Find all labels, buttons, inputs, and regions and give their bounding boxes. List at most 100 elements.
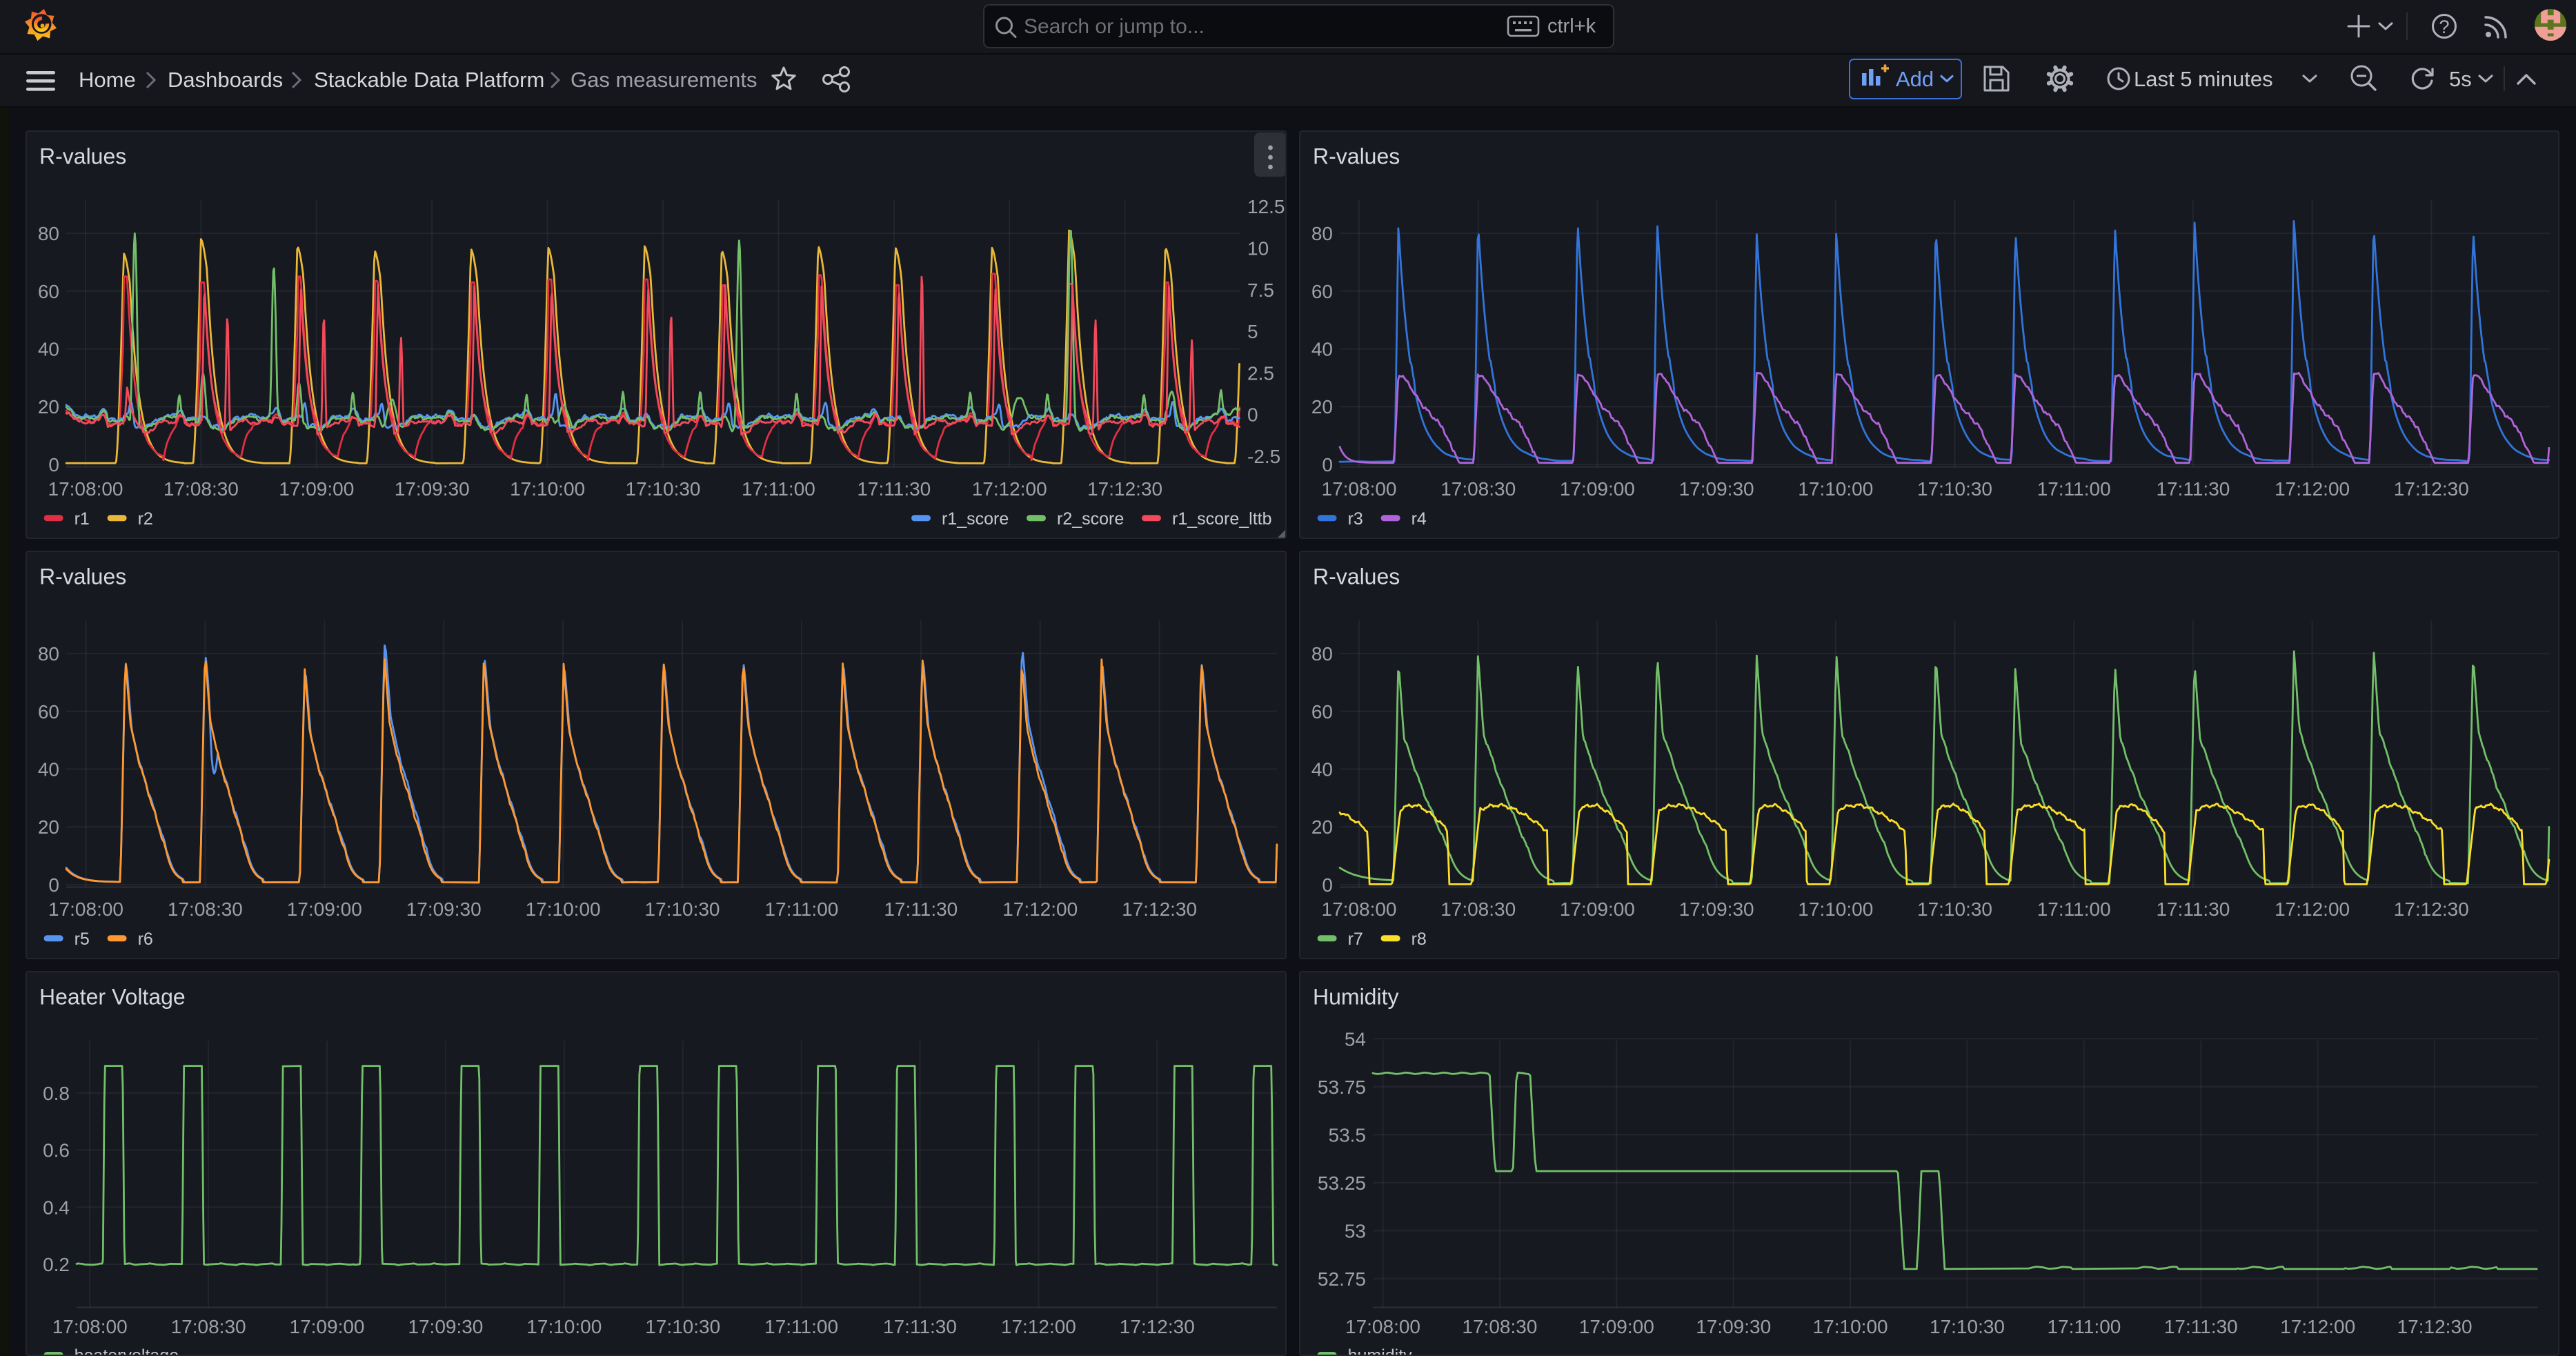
svg-text:17:12:00: 17:12:00: [1002, 898, 1078, 920]
svg-text:r1: r1: [75, 509, 90, 529]
svg-text:12.5: 12.5: [1247, 196, 1285, 217]
svg-text:17:11:00: 17:11:00: [764, 898, 838, 920]
svg-text:Add: Add: [1896, 67, 1934, 91]
svg-text:17:08:00: 17:08:00: [1345, 1316, 1420, 1337]
svg-text:17:10:30: 17:10:30: [1917, 898, 1992, 920]
svg-text:7.5: 7.5: [1247, 279, 1274, 301]
svg-text:r2_score: r2_score: [1057, 509, 1124, 529]
svg-text:ctrl+k: ctrl+k: [1547, 15, 1596, 37]
svg-text:17:10:00: 17:10:00: [526, 1316, 602, 1337]
svg-text:17:12:00: 17:12:00: [972, 478, 1047, 500]
svg-text:0.2: 0.2: [43, 1254, 70, 1275]
svg-text:Search or jump to...: Search or jump to...: [1024, 15, 1205, 38]
svg-text:r1_score_lttb: r1_score_lttb: [1172, 509, 1272, 529]
svg-text:r1_score: r1_score: [942, 509, 1009, 529]
svg-text:17:08:30: 17:08:30: [164, 478, 239, 500]
svg-text:17:10:00: 17:10:00: [1813, 1316, 1888, 1337]
svg-text:17:10:00: 17:10:00: [1798, 478, 1873, 500]
svg-text:r4: r4: [1411, 509, 1427, 529]
svg-text:17:12:30: 17:12:30: [1087, 478, 1162, 500]
svg-text:17:09:30: 17:09:30: [395, 478, 470, 500]
svg-text:17:10:00: 17:10:00: [526, 898, 601, 920]
svg-text:40: 40: [1311, 339, 1333, 360]
svg-text:17:09:30: 17:09:30: [1679, 478, 1754, 500]
svg-text:17:12:30: 17:12:30: [1122, 898, 1197, 920]
svg-text:r8: r8: [1411, 930, 1427, 949]
svg-text:17:12:30: 17:12:30: [2394, 898, 2469, 920]
svg-text:17:09:00: 17:09:00: [1579, 1316, 1654, 1337]
svg-text:Dashboards: Dashboards: [168, 68, 283, 92]
svg-text:10: 10: [1247, 238, 1269, 259]
svg-text:60: 60: [1311, 281, 1333, 302]
svg-text:17:12:00: 17:12:00: [2275, 898, 2350, 920]
svg-text:17:08:00: 17:08:00: [48, 898, 123, 920]
svg-text:17:09:30: 17:09:30: [1679, 898, 1754, 920]
svg-text:17:10:30: 17:10:30: [645, 1316, 720, 1337]
svg-text:?: ?: [2439, 17, 2449, 37]
svg-text:17:08:30: 17:08:30: [171, 1316, 246, 1337]
svg-text:17:10:30: 17:10:30: [645, 898, 720, 920]
svg-text:R-values: R-values: [39, 564, 126, 589]
svg-text:17:08:00: 17:08:00: [48, 478, 123, 500]
svg-text:17:09:30: 17:09:30: [1696, 1316, 1771, 1337]
svg-text:40: 40: [38, 759, 59, 780]
svg-text:20: 20: [38, 816, 59, 838]
svg-text:Stackable Data Platform: Stackable Data Platform: [314, 68, 544, 92]
svg-text:53.75: 53.75: [1318, 1077, 1366, 1098]
svg-text:0: 0: [1322, 454, 1333, 475]
svg-text:53: 53: [1345, 1220, 1366, 1241]
svg-text:r7: r7: [1348, 930, 1363, 949]
svg-text:heatervoltage: heatervoltage: [75, 1346, 179, 1356]
svg-text:0.4: 0.4: [43, 1197, 70, 1218]
svg-text:R-values: R-values: [39, 144, 126, 169]
svg-text:17:09:00: 17:09:00: [1560, 478, 1635, 500]
svg-text:17:09:30: 17:09:30: [408, 1316, 483, 1337]
svg-text:Home: Home: [79, 68, 136, 92]
svg-text:17:09:00: 17:09:00: [290, 1316, 365, 1337]
svg-text:17:09:00: 17:09:00: [1560, 898, 1635, 920]
svg-text:17:12:00: 17:12:00: [2275, 478, 2350, 500]
svg-text:Gas measurements: Gas measurements: [571, 68, 757, 92]
svg-text:17:12:00: 17:12:00: [1001, 1316, 1076, 1337]
svg-text:17:08:00: 17:08:00: [1322, 898, 1397, 920]
svg-text:0: 0: [48, 454, 59, 475]
svg-text:53.25: 53.25: [1318, 1172, 1366, 1194]
svg-text:80: 80: [1311, 223, 1333, 244]
svg-text:17:10:30: 17:10:30: [626, 478, 701, 500]
svg-text:17:10:30: 17:10:30: [1930, 1316, 2005, 1337]
svg-text:0: 0: [48, 874, 59, 896]
svg-text:80: 80: [38, 643, 59, 665]
svg-text:17:08:30: 17:08:30: [1462, 1316, 1537, 1337]
svg-text:R-values: R-values: [1313, 564, 1400, 589]
svg-text:17:11:00: 17:11:00: [742, 478, 815, 500]
svg-text:R-values: R-values: [1313, 144, 1400, 169]
svg-text:17:09:30: 17:09:30: [406, 898, 482, 920]
svg-text:17:10:00: 17:10:00: [510, 478, 585, 500]
svg-text:17:11:30: 17:11:30: [884, 898, 958, 920]
svg-text:0: 0: [1247, 404, 1258, 426]
svg-text:17:12:30: 17:12:30: [2394, 478, 2469, 500]
svg-text:Last 5 minutes: Last 5 minutes: [2134, 67, 2273, 91]
svg-text:17:09:00: 17:09:00: [287, 898, 362, 920]
svg-text:17:12:00: 17:12:00: [2280, 1316, 2355, 1337]
svg-text:53.5: 53.5: [1329, 1124, 1367, 1146]
svg-text:17:11:30: 17:11:30: [857, 478, 931, 500]
svg-text:17:08:30: 17:08:30: [168, 898, 243, 920]
svg-text:17:08:30: 17:08:30: [1440, 478, 1516, 500]
svg-text:17:08:00: 17:08:00: [52, 1316, 128, 1337]
svg-text:17:11:00: 17:11:00: [2047, 1316, 2121, 1337]
svg-text:20: 20: [1311, 816, 1333, 838]
svg-text:5s: 5s: [2449, 67, 2472, 91]
svg-text:20: 20: [38, 396, 59, 417]
svg-text:17:08:00: 17:08:00: [1322, 478, 1397, 500]
svg-text:5: 5: [1247, 321, 1258, 342]
svg-text:-2.5: -2.5: [1247, 446, 1280, 467]
svg-text:40: 40: [1311, 759, 1333, 780]
svg-text:17:11:00: 17:11:00: [764, 1316, 838, 1337]
svg-text:0.6: 0.6: [43, 1140, 70, 1161]
svg-text:20: 20: [1311, 396, 1333, 417]
svg-text:80: 80: [1311, 643, 1333, 665]
svg-text:60: 60: [38, 281, 59, 302]
svg-text:17:09:00: 17:09:00: [279, 478, 354, 500]
svg-text:r2: r2: [138, 509, 153, 529]
